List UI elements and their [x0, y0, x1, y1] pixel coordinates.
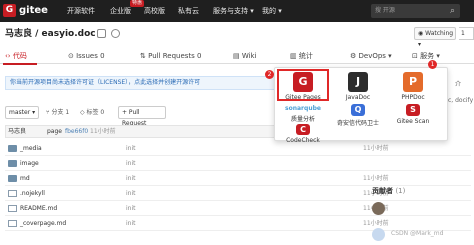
javadoc-icon: J: [348, 72, 368, 92]
file-row[interactable]: image init: [5, 156, 471, 171]
dropdown-item-label: 奇安信代码卫士: [336, 120, 379, 127]
file-name[interactable]: .nojekyll: [20, 186, 45, 201]
dropdown-item-gitee-scan[interactable]: S Gitee Scan: [386, 104, 440, 125]
dropdown-item-label: 质量分析: [290, 116, 315, 123]
nav-services[interactable]: 服务与支持 ▾: [213, 5, 254, 17]
file-commit-msg[interactable]: init: [126, 171, 136, 186]
file-name[interactable]: _media: [20, 141, 42, 156]
tags-count[interactable]: ◇ 标签 0: [80, 107, 104, 118]
gitee-pages-highlight: [277, 69, 329, 101]
dropdown-item-label: CodeCheck: [286, 137, 320, 144]
edit-icon[interactable]: [111, 29, 120, 38]
tab-stats[interactable]: ▥ 统计: [290, 51, 313, 61]
phpdoc-icon: P: [403, 72, 423, 92]
file-row[interactable]: _media init 11小时前: [5, 141, 471, 156]
sidebar-intro-label: 介: [455, 81, 462, 88]
dropdown-item-quality-analysis[interactable]: sonarqube 质量分析: [276, 104, 330, 123]
file-commit-msg[interactable]: init: [126, 216, 136, 231]
folder-icon: [8, 160, 17, 167]
tab-devops[interactable]: ⚙ DevOps ▾: [350, 51, 392, 61]
nav-private-cloud[interactable]: 私有云: [178, 5, 199, 17]
file-name[interactable]: README.md: [20, 201, 57, 216]
file-row[interactable]: md init 11小时前: [5, 171, 471, 186]
file-time: 11小时前: [363, 145, 389, 152]
step-1-badge: 1: [428, 60, 437, 69]
contributors-count: (1): [395, 187, 406, 195]
tab-services[interactable]: ⊡ 服务 ▾: [412, 51, 440, 61]
watch-button[interactable]: ◉ Watching ▾: [414, 27, 456, 48]
folder-icon: [8, 175, 17, 182]
folder-icon: [8, 145, 17, 152]
contributors-title: 贡献者 (1): [372, 186, 405, 196]
dropdown-item-label: Gitee Scan: [396, 118, 430, 125]
file-row[interactable]: _coverpage.md init 11小时前: [5, 216, 471, 231]
file-icon: [8, 220, 17, 227]
nav-university[interactable]: 高校版: [144, 5, 165, 17]
dropdown-item-codecheck[interactable]: C CodeCheck: [276, 124, 330, 144]
tab-code[interactable]: ‹› 代码: [5, 51, 27, 61]
commit-time: 11小时前: [90, 128, 116, 135]
tab-issues[interactable]: ⊙ Issues 0: [68, 51, 105, 61]
nav-open-source[interactable]: 开源软件: [67, 5, 95, 17]
branch-select[interactable]: master ▾: [5, 106, 39, 119]
commit-message[interactable]: page: [47, 127, 62, 137]
dropdown-item-qianxin[interactable]: Q 奇安信代码卫士: [331, 104, 385, 127]
file-commit-msg[interactable]: init: [126, 141, 136, 156]
lock-icon: [97, 29, 106, 38]
tab-pull-requests[interactable]: ⇅ Pull Requests 0: [140, 51, 202, 61]
tab-wiki[interactable]: ▤ Wiki: [233, 51, 257, 61]
commit-hash[interactable]: fbe66f0: [65, 127, 88, 137]
watch-count[interactable]: 1: [459, 27, 474, 40]
commit-author[interactable]: 马志良: [8, 127, 26, 137]
nav-mine[interactable]: 我的 ▾: [262, 5, 282, 17]
gitee-logo-icon[interactable]: G: [3, 4, 16, 17]
step-2-badge: 2: [265, 70, 274, 79]
file-row[interactable]: README.md init 11小时前: [5, 201, 471, 216]
dropdown-item-label: JavaDoc: [345, 94, 371, 101]
file-icon: [8, 205, 17, 212]
logo-text[interactable]: gitee: [19, 3, 48, 19]
branches-count[interactable]: ⑂ 分支 1: [46, 107, 69, 118]
file-commit-msg[interactable]: init: [126, 156, 136, 171]
active-tab-indicator: [3, 63, 37, 65]
codecheck-icon: C: [296, 124, 310, 135]
avatar[interactable]: [372, 228, 385, 241]
contributors-label: 贡献者: [372, 187, 393, 195]
search-icon[interactable]: ⌕: [450, 5, 455, 17]
file-name[interactable]: image: [20, 156, 39, 171]
avatar[interactable]: [372, 202, 385, 215]
dropdown-item-phpdoc[interactable]: P PHPDoc: [386, 72, 440, 101]
nav-enterprise[interactable]: 企业版: [110, 5, 131, 17]
file-commit-msg[interactable]: init: [126, 201, 136, 216]
repo-title[interactable]: 马志良 / easyio.doc: [5, 28, 96, 40]
file-name[interactable]: md: [20, 171, 30, 186]
search-input[interactable]: 搜 开源: [371, 4, 460, 18]
sidebar-description: c, docify: [448, 97, 474, 104]
file-commit-msg[interactable]: init: [126, 186, 136, 201]
dropdown-item-label: PHPDoc: [401, 94, 425, 101]
file-name[interactable]: _coverpage.md: [20, 216, 66, 231]
qianxin-icon: Q: [351, 104, 365, 116]
enterprise-badge: 特惠: [130, 0, 145, 7]
dropdown-item-javadoc[interactable]: J JavaDoc: [331, 72, 385, 101]
pull-request-button[interactable]: + Pull Request: [118, 106, 166, 127]
sonarqube-icon: sonarqube: [285, 105, 321, 112]
license-notice[interactable]: 你当前开源项目尚未选择许可证（LICENSE），点此选择并创建开源许可: [5, 76, 305, 90]
file-time: 11小时前: [363, 175, 389, 182]
watermark: CSDN @Mark_md: [391, 230, 444, 237]
file-icon: [8, 190, 17, 197]
gitee-scan-icon: S: [406, 104, 420, 116]
